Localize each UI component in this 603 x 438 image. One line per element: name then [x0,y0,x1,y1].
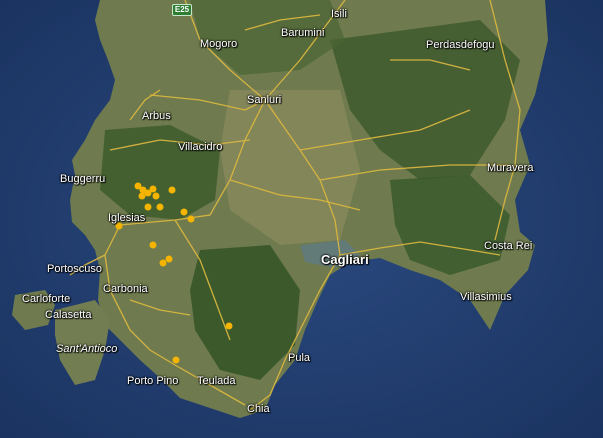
map-marker[interactable] [138,192,146,200]
place-label-buggerru[interactable]: Buggerru [60,173,105,185]
place-label-barumini[interactable]: Barumini [281,27,324,39]
place-label-carbonia[interactable]: Carbonia [103,283,148,295]
map-marker[interactable] [149,241,157,249]
place-label-costa-rei[interactable]: Costa Rei [484,240,532,252]
place-label-pula[interactable]: Pula [288,352,310,364]
place-label-isili[interactable]: Isili [331,8,347,20]
place-label-teulada[interactable]: Teulada [197,375,236,387]
map-marker[interactable] [187,215,195,223]
map-marker[interactable] [172,356,180,364]
place-label-portoscuso[interactable]: Portoscuso [47,263,102,275]
place-label-calasetta[interactable]: Calasetta [45,309,91,321]
place-label-santantioco[interactable]: Sant'Antioco [56,343,117,355]
map-marker[interactable] [144,203,152,211]
place-label-arbus[interactable]: Arbus [142,110,171,122]
map-marker[interactable] [159,259,167,267]
place-label-sanluri[interactable]: Sanluri [247,94,281,106]
map-marker[interactable] [225,322,233,330]
satellite-map[interactable] [0,0,603,438]
map-view[interactable]: E25 Isili Mogoro Barumini Perdasdefogu S… [0,0,603,438]
road-shield-e25: E25 [172,4,192,16]
place-label-villasimius[interactable]: Villasimius [460,291,512,303]
map-marker[interactable] [149,185,157,193]
place-label-porto-pino[interactable]: Porto Pino [127,375,178,387]
place-label-carloforte[interactable]: Carloforte [22,293,70,305]
map-marker[interactable] [152,192,160,200]
place-label-villacidro[interactable]: Villacidro [178,141,222,153]
map-marker[interactable] [180,208,188,216]
place-label-iglesias[interactable]: Iglesias [108,212,145,224]
place-label-muravera[interactable]: Muravera [487,162,533,174]
map-marker[interactable] [165,255,173,263]
place-label-perdasdefogu[interactable]: Perdasdefogu [426,39,495,51]
place-label-chia[interactable]: Chia [247,403,270,415]
map-marker[interactable] [156,203,164,211]
place-label-mogoro[interactable]: Mogoro [200,38,237,50]
place-label-cagliari[interactable]: Cagliari [321,253,369,266]
map-marker[interactable] [168,186,176,194]
